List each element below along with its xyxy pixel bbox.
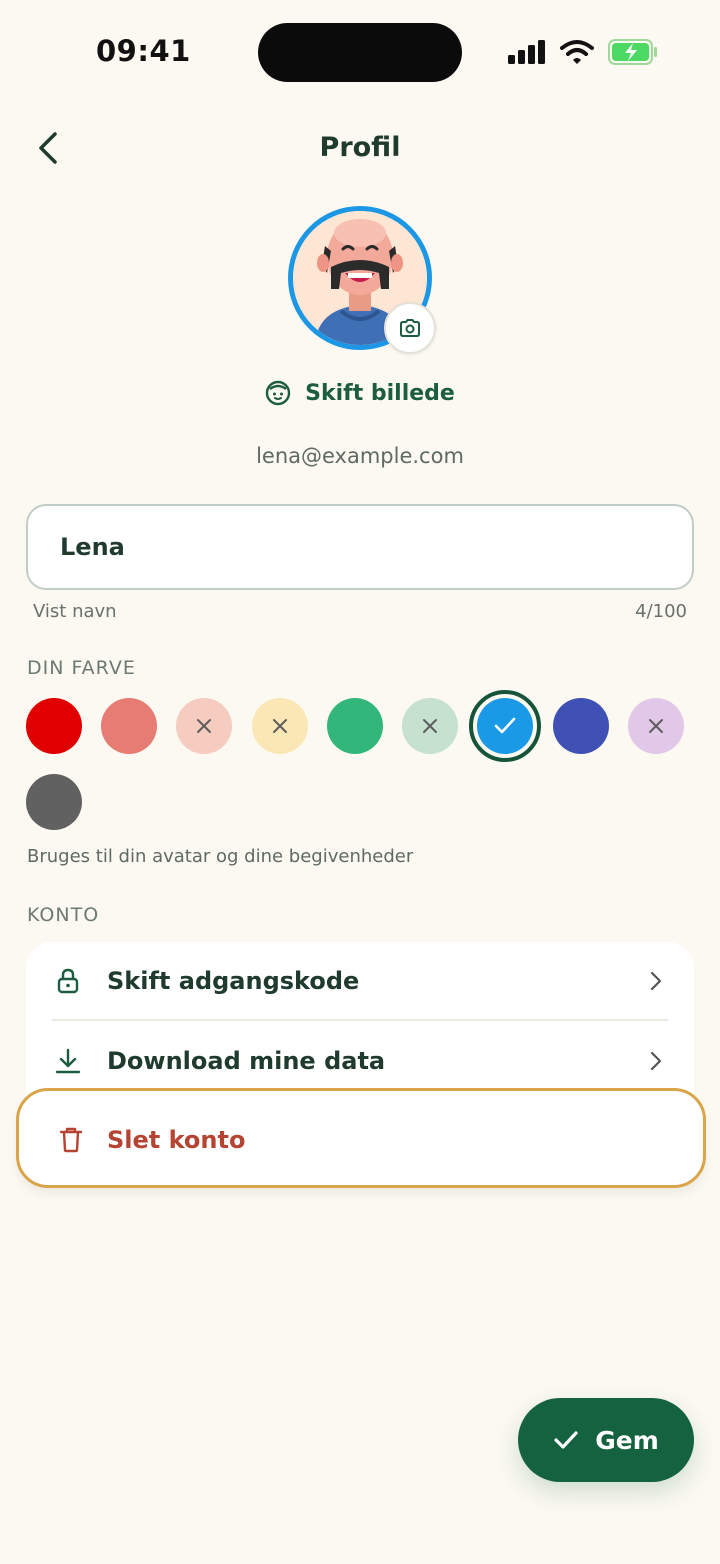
color-swatch-salmon[interactable] [101, 698, 157, 754]
delete-account-row[interactable]: Slet konto [16, 1088, 706, 1188]
chevron-right-icon [650, 1051, 662, 1071]
color-swatch-blue [477, 698, 533, 754]
color-swatch-peach[interactable] [176, 698, 232, 754]
color-swatch-blue-selected[interactable] [469, 690, 541, 762]
camera-icon [400, 319, 420, 337]
color-swatch-gray[interactable] [26, 774, 82, 830]
display-name-helper: Vist navn [33, 601, 117, 622]
download-data-label: Download mine data [107, 1047, 386, 1075]
status-icons [508, 38, 658, 66]
change-password-label: Skift adgangskode [107, 967, 360, 995]
display-name-counter: 4/100 [635, 601, 687, 622]
close-icon [649, 719, 663, 733]
user-email: lena@example.com [256, 444, 464, 468]
color-swatch-indigo[interactable] [553, 698, 609, 754]
color-section-label: DIN FARVE [27, 657, 136, 679]
change-photo-camera-button[interactable] [384, 302, 436, 354]
divider [52, 1019, 668, 1021]
check-icon [494, 717, 516, 734]
save-button-label: Gem [595, 1425, 659, 1455]
face-icon [265, 380, 291, 406]
display-name-value: Lena [60, 533, 125, 561]
display-name-helper-row: Vist navn 4/100 [33, 601, 687, 622]
download-icon [54, 1047, 82, 1075]
color-swatch-mint[interactable] [402, 698, 458, 754]
close-icon [197, 719, 211, 733]
trash-icon [57, 1126, 85, 1154]
page-title: Profil [319, 132, 401, 163]
color-swatch-red[interactable] [26, 698, 82, 754]
chevron-right-icon [650, 971, 662, 991]
check-icon [554, 1431, 578, 1449]
delete-account-label: Slet konto [107, 1126, 246, 1154]
change-password-row[interactable]: Skift adgangskode [26, 942, 694, 1021]
color-swatch-lavender[interactable] [628, 698, 684, 754]
dynamic-island [258, 23, 462, 82]
status-time: 09:41 [96, 34, 191, 68]
wifi-icon [560, 40, 594, 64]
color-hint: Bruges til din avatar og dine begivenhed… [27, 846, 414, 867]
change-photo-button[interactable]: Skift billede [0, 380, 720, 406]
battery-icon [608, 39, 657, 65]
change-photo-label: Skift billede [305, 380, 455, 406]
lock-icon [54, 967, 82, 995]
color-swatch-green[interactable] [327, 698, 383, 754]
account-section-label: KONTO [27, 904, 100, 926]
save-button[interactable]: Gem [518, 1398, 694, 1482]
avatar[interactable] [288, 206, 436, 354]
close-icon [273, 719, 287, 733]
close-icon [423, 719, 437, 733]
color-swatch-cream[interactable] [252, 698, 308, 754]
signal-icon [508, 40, 545, 64]
display-name-input[interactable]: Lena [26, 504, 694, 590]
